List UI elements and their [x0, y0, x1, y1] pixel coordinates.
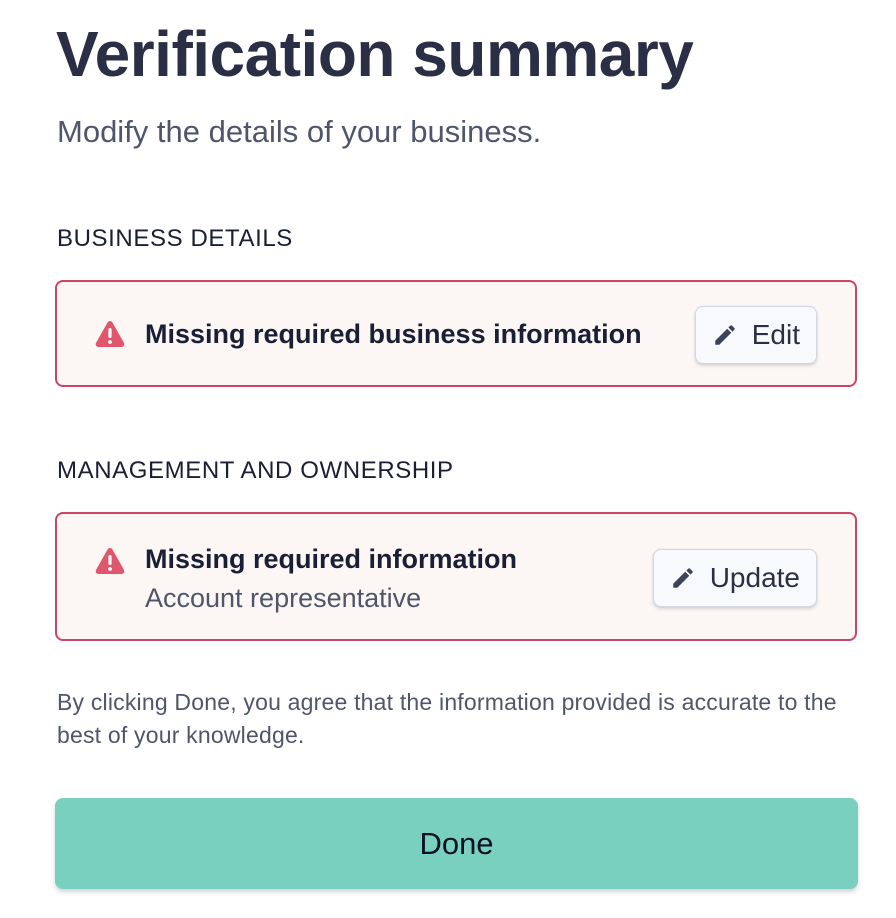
done-button[interactable]: Done — [55, 798, 858, 889]
page-title: Verification summary — [56, 18, 694, 90]
pencil-icon — [715, 325, 735, 345]
agreement-disclaimer: By clicking Done, you agree that the inf… — [57, 689, 837, 748]
section-heading-management-ownership: MANAGEMENT AND OWNERSHIP — [57, 457, 454, 484]
management-ownership-error-title: Missing required information — [145, 544, 518, 574]
edit-button[interactable]: Edit — [694, 306, 817, 364]
edit-button-label: Edit — [751, 319, 800, 350]
business-details-error-title: Missing required business information — [145, 319, 642, 349]
page-subtitle: Modify the details of your business. — [57, 114, 542, 149]
warning-triangle-icon — [95, 320, 125, 347]
update-button-label: Update — [709, 562, 800, 593]
management-ownership-error-card: Missing required information Account rep… — [55, 512, 857, 641]
warning-triangle-icon — [95, 547, 125, 574]
section-heading-business-details: BUSINESS DETAILS — [57, 225, 293, 252]
verification-summary-page: Verification summary Modify the details … — [0, 0, 896, 918]
business-details-error-card: Missing required business information Ed… — [55, 280, 857, 387]
update-button[interactable]: Update — [652, 549, 817, 607]
management-ownership-error-detail: Account representative — [145, 583, 422, 613]
pencil-icon — [672, 568, 693, 588]
